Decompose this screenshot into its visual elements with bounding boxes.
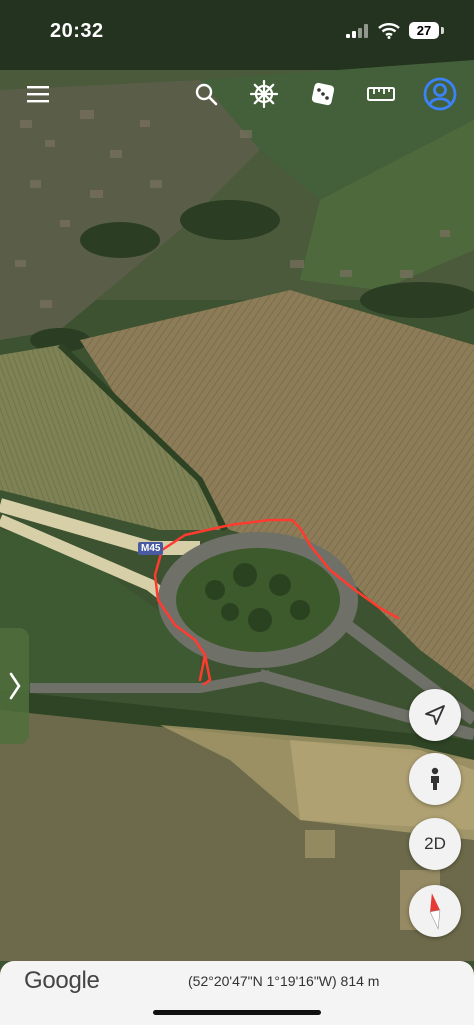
location-arrow-icon	[425, 705, 445, 725]
ruler-icon[interactable]	[361, 74, 401, 114]
coordinates-readout: (52°20'47"N 1°19'16"W) 814 m	[188, 973, 380, 989]
wifi-icon	[378, 23, 400, 39]
menu-icon[interactable]	[18, 74, 58, 114]
pegman-icon	[431, 767, 439, 790]
status-time: 20:32	[50, 20, 104, 42]
status-bar: 20:32 27	[0, 0, 474, 60]
view-mode-label: 2D	[424, 834, 446, 853]
google-logo: Google	[24, 967, 100, 994]
compass-icon	[429, 893, 441, 930]
compass-button[interactable]	[409, 885, 461, 937]
battery-level: 27	[409, 22, 439, 39]
account-icon[interactable]	[420, 74, 460, 114]
home-indicator[interactable]	[153, 1010, 321, 1015]
search-icon[interactable]	[186, 74, 226, 114]
side-panel-handle[interactable]	[0, 628, 29, 744]
road-label-m45: M45	[138, 542, 164, 555]
ship-wheel-icon[interactable]	[244, 74, 284, 114]
my-location-button[interactable]	[409, 689, 461, 741]
view-mode-button[interactable]: 2D	[409, 818, 461, 870]
street-view-button[interactable]	[409, 753, 461, 805]
bottom-bar: Google (52°20'47"N 1°19'16"W) 814 m	[0, 961, 474, 1025]
chevron-right-icon	[9, 672, 21, 700]
cellular-signal-icon	[346, 24, 368, 38]
satellite-map[interactable]	[0, 0, 474, 1025]
battery-tip	[441, 27, 444, 34]
toolbar	[0, 74, 474, 120]
dice-icon[interactable]	[303, 74, 343, 114]
